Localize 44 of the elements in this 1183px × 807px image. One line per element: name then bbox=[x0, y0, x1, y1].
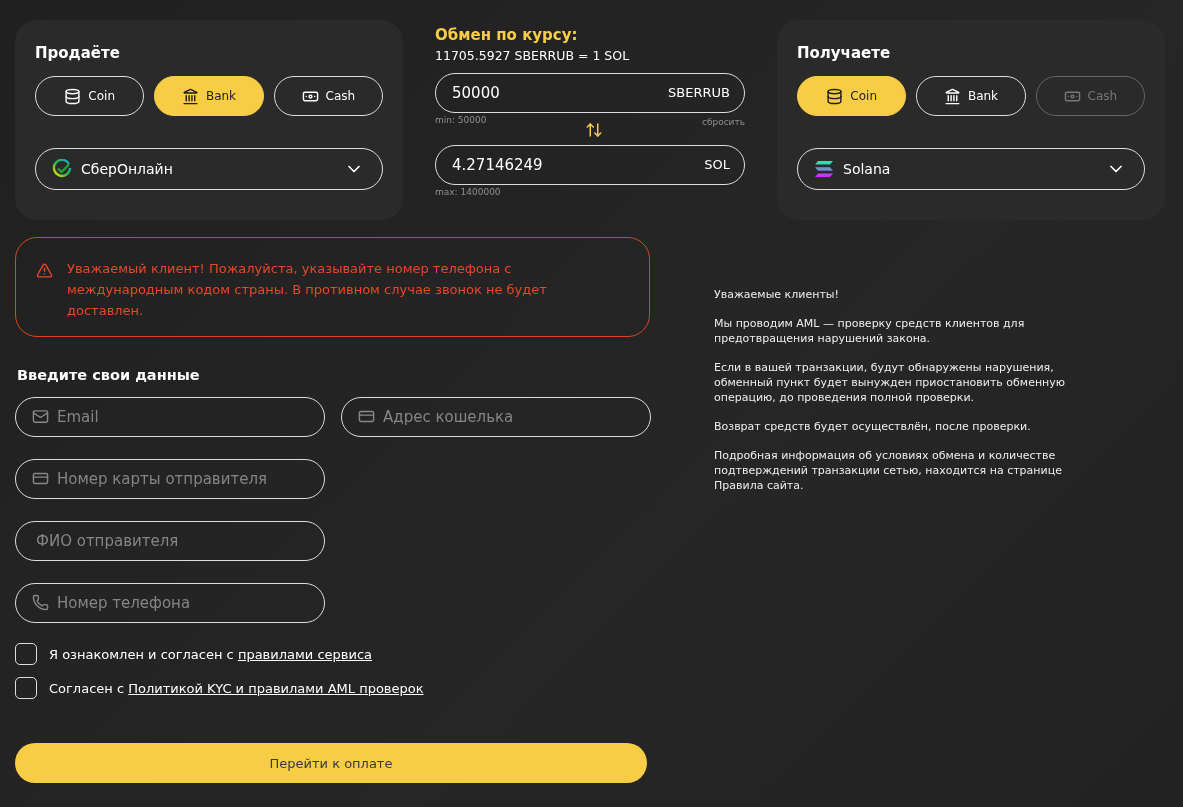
coins-icon bbox=[826, 87, 844, 105]
info-paragraph: Уважаемые клиенты! bbox=[714, 287, 840, 302]
reset-link[interactable]: сбросить bbox=[701, 117, 745, 127]
card-icon bbox=[32, 470, 49, 487]
pay-button[interactable]: Перейти к оплате bbox=[15, 743, 647, 783]
form-title: Введите свои данные bbox=[17, 367, 201, 383]
rate-value: 11705.5927 SBERRUB = 1 SOL bbox=[435, 48, 631, 63]
bank-icon bbox=[943, 87, 961, 105]
currency-label: SBERRUB bbox=[668, 85, 730, 100]
info-paragraph: Подробная информация об условиях обмена и количестве подтверждений транзакции сетью, находится на странице Правила сайта. bbox=[714, 448, 1063, 493]
swap-icon[interactable] bbox=[585, 121, 604, 139]
info-paragraph: Мы проводим AML — проверку средств клиентов для предотвращения нарушений закона. bbox=[714, 316, 1026, 346]
solana-logo-icon bbox=[814, 160, 834, 178]
currency-label: SOL bbox=[704, 157, 730, 172]
input-field[interactable]: Email bbox=[15, 397, 325, 437]
checkbox[interactable] bbox=[15, 643, 37, 665]
terms-link[interactable]: Политикой KYC и правилами AML проверок bbox=[128, 680, 424, 696]
card-title: Продаёте bbox=[35, 44, 121, 62]
method-tab[interactable]: Bank bbox=[154, 76, 264, 116]
coins-icon bbox=[64, 87, 82, 105]
phone-icon bbox=[32, 594, 49, 611]
input-field[interactable]: Номер карты отправителя bbox=[15, 459, 325, 499]
warning-text: Уважаемый клиент! Пожалуйста, указывайте номер телефона с международным кодом страны. В противном случае звонок не будет доставлен. bbox=[67, 260, 548, 316]
mail-icon bbox=[32, 408, 49, 425]
max-hint: max: 1400000 bbox=[435, 187, 501, 197]
select-value: СберОнлайн bbox=[81, 161, 174, 177]
info-paragraph: Возврат средств будет осуществлён, после проверки. bbox=[714, 419, 1032, 434]
agreement-text: Я ознакомлен и согласен с правилами сервиса bbox=[49, 646, 373, 662]
info-paragraph: Если в вашей транзакции, будут обнаружены нарушения, обменный пункт будет вынужден приостановить обменную операцию, до проведения полной проверки. bbox=[714, 360, 1067, 405]
agreement-text: Согласен с Политикой KYC и правилами AML проверок bbox=[49, 680, 424, 696]
input-field[interactable]: Номер телефона bbox=[15, 583, 325, 623]
terms-link[interactable]: правилами сервиса bbox=[237, 646, 373, 662]
card-title: Получаете bbox=[797, 44, 892, 62]
rate-title: Обмен по курсу: bbox=[435, 26, 579, 44]
input-field[interactable]: ФИО отправителя bbox=[15, 521, 325, 561]
select-value: Solana bbox=[843, 161, 892, 177]
min-hint: min: 50000 bbox=[435, 115, 487, 125]
bank-icon bbox=[181, 87, 199, 105]
warning-icon bbox=[36, 262, 53, 279]
card-icon bbox=[358, 408, 375, 425]
checkbox[interactable] bbox=[15, 677, 37, 699]
method-tab[interactable]: Coin bbox=[797, 76, 907, 116]
sber-logo-icon bbox=[52, 159, 72, 179]
input-field[interactable]: Адрес кошелька bbox=[341, 397, 651, 437]
